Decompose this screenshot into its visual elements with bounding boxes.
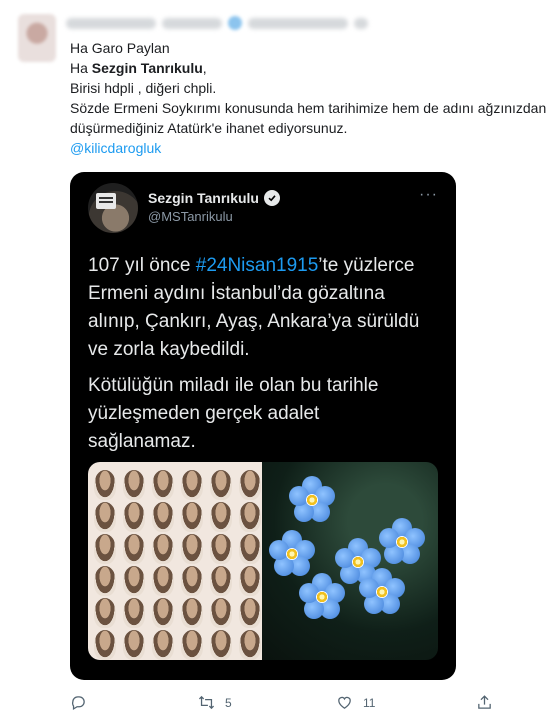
blurred-author-name	[66, 12, 376, 34]
portrait-thumb	[239, 566, 261, 596]
retweet-icon	[198, 695, 215, 710]
reply-button[interactable]	[70, 694, 97, 711]
blurred-handle	[248, 17, 348, 29]
quoted-author-name[interactable]: Sezgin Tanrıkulu	[148, 190, 280, 206]
quoted-line: yüzleşmeden gerçek adalet	[88, 403, 320, 424]
tweet-text: Ha Garo Paylan Ha Sezgin Tanrıkulu, Biri…	[70, 38, 550, 158]
portrait-thumb	[181, 470, 203, 500]
quoted-line: sağlanamaz.	[88, 431, 196, 452]
action-bar: 5 11	[70, 694, 500, 714]
retweet-button[interactable]: 5	[198, 694, 232, 711]
portrait-thumb	[94, 630, 116, 660]
verified-badge-icon	[263, 190, 280, 206]
portrait-thumb	[123, 470, 145, 500]
tweet-line: Ha Garo Paylan	[70, 40, 170, 56]
mention-link[interactable]: @kilicdarogluk	[70, 138, 550, 158]
portrait-thumb	[123, 566, 145, 596]
portrait-thumb	[210, 566, 232, 596]
tweet-line: düşürmediğiniz Atatürk'e ihanet ediyorsu…	[70, 120, 348, 136]
quoted-author-name-text: Sezgin Tanrıkulu	[148, 190, 259, 206]
portrait-thumb	[181, 534, 203, 564]
portrait-thumb	[181, 598, 203, 628]
tweet-line: Birisi hdpli , diğeri chpli.	[70, 80, 217, 96]
forget-me-not-flowers-image[interactable]	[262, 462, 438, 660]
bold-name: Sezgin Tanrıkulu	[91, 60, 203, 76]
more-options-icon[interactable]: ···	[419, 186, 438, 204]
like-count: 11	[363, 695, 376, 710]
portrait-thumb	[210, 502, 232, 532]
tweet-line: Sözde Ermeni Soykırımı konusunda hem tar…	[70, 100, 547, 116]
portrait-thumb	[181, 566, 203, 596]
portrait-thumb	[152, 534, 174, 564]
blurred-name-part	[162, 17, 222, 29]
portrait-thumb	[210, 534, 232, 564]
portrait-thumb	[210, 470, 232, 500]
quoted-line: alınıp, Çankırı, Ayaş, Ankara’ya sürüldü	[88, 311, 420, 332]
portrait-grid-image[interactable]	[88, 462, 262, 660]
portrait-thumb	[152, 630, 174, 660]
reply-icon	[72, 696, 85, 711]
blurred-timestamp	[354, 17, 368, 29]
portrait-thumb	[239, 534, 261, 564]
portrait-thumb	[239, 598, 261, 628]
quoted-line: ve zorla kaybedildi.	[88, 339, 250, 360]
portrait-thumb	[152, 598, 174, 628]
blurred-verified-icon	[228, 16, 242, 30]
tweet-line: Ha Sezgin Tanrıkulu,	[70, 60, 207, 76]
portrait-thumb	[123, 598, 145, 628]
like-button[interactable]: 11	[336, 694, 375, 711]
portrait-thumb	[123, 502, 145, 532]
like-icon	[338, 696, 351, 709]
quoted-tweet-card[interactable]: Sezgin Tanrıkulu @MSTanrikulu ··· 107 yı…	[70, 172, 456, 680]
quoted-line: 107 yıl önce #24Nisan1915’te yüzlerce	[88, 255, 415, 276]
portrait-thumb	[181, 502, 203, 532]
portrait-thumb	[152, 566, 174, 596]
hashtag-link[interactable]: #24Nisan1915	[196, 255, 319, 276]
tweet-media[interactable]	[88, 462, 438, 660]
portrait-thumb	[239, 502, 261, 532]
retweet-count: 5	[225, 695, 232, 710]
portrait-thumb	[94, 534, 116, 564]
quoted-line: Ermeni aydını İstanbul’da gözaltına	[88, 283, 385, 304]
portrait-thumb	[123, 630, 145, 660]
share-button[interactable]	[476, 694, 503, 711]
portrait-thumb	[181, 630, 203, 660]
portrait-thumb	[210, 630, 232, 660]
share-icon	[478, 695, 491, 709]
quoted-author-handle[interactable]: @MSTanrikulu	[148, 209, 233, 224]
portrait-thumb	[123, 534, 145, 564]
portrait-thumb	[239, 630, 261, 660]
blurred-name-part	[66, 17, 156, 29]
quoted-author-avatar[interactable]	[88, 183, 138, 233]
quoted-line: Kötülüğün miladı ile olan bu tarihle	[88, 375, 379, 396]
portrait-thumb	[94, 470, 116, 500]
tweet-view: Ha Garo Paylan Ha Sezgin Tanrıkulu, Biri…	[0, 0, 554, 716]
portrait-thumb	[94, 502, 116, 532]
portrait-thumb	[94, 566, 116, 596]
portrait-thumb	[210, 598, 232, 628]
portrait-thumb	[94, 598, 116, 628]
portrait-thumb	[239, 470, 261, 500]
quoted-tweet-text: 107 yıl önce #24Nisan1915’te yüzlerce Er…	[88, 252, 444, 456]
portrait-thumb	[152, 502, 174, 532]
portrait-thumb	[152, 470, 174, 500]
author-avatar[interactable]	[18, 14, 56, 62]
